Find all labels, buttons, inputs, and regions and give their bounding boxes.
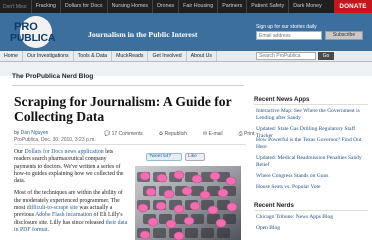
toplink-dark-money[interactable]: Dark Money [288, 0, 326, 13]
article-body: Our Dollars for Docs news application le… [14, 149, 130, 239]
toplink-fracking[interactable]: Fracking [30, 0, 60, 13]
print-label: Print [244, 131, 255, 137]
divider [14, 144, 246, 145]
recent-nerds-heading: Recent Nerds [254, 202, 294, 209]
news-app-item[interactable]: House Seats vs. Popular Vote [256, 184, 368, 191]
main-nav: Home Our Investigations Tools & Data Muc… [0, 51, 372, 62]
paragraph-1: Our Dollars for Docs news application le… [14, 149, 130, 185]
divider [12, 85, 244, 86]
nav-item-get-involved[interactable]: Get Involved [148, 51, 187, 61]
recent-news-apps-heading: Recent News Apps [254, 96, 310, 103]
news-app-item[interactable]: Interactive Map: See Where the Governmen… [256, 108, 368, 122]
news-app-item[interactable]: How Powerful is the Texas Governor? Find… [256, 137, 368, 151]
paragraph-2: Most of the techniques are within the ab… [14, 190, 130, 234]
news-app-item[interactable]: Updated: Medical Readmission Penalties S… [256, 155, 368, 169]
top-strip: Don't Miss: Fracking Dollars for Docs Nu… [0, 0, 372, 13]
news-app-item[interactable]: Where Congress Stands on Guns [256, 173, 368, 180]
text: Our [14, 149, 25, 155]
share-buttons: Tweet 547 Like [146, 153, 205, 161]
byline-prefix: by [14, 130, 20, 136]
nav-item-investigations[interactable]: Our Investigations [23, 51, 74, 61]
nav-item-about-us[interactable]: About Us [187, 51, 217, 61]
nav-item-muckreads[interactable]: MuckReads [112, 51, 149, 61]
nav-item-tools-data[interactable]: Tools & Data [74, 51, 113, 61]
logo-text-publica: PUBLICA [10, 32, 56, 44]
email-link[interactable]: ✉ E-mail [203, 131, 231, 137]
dollars-for-docs-link[interactable]: Dollars for Docs news application [24, 149, 103, 155]
author-link[interactable]: Dan Nguyen [21, 130, 49, 136]
subscribe-button[interactable]: Subscribe [325, 31, 363, 40]
article-photo [135, 166, 241, 240]
donate-button[interactable]: DONATE [334, 0, 372, 13]
email-label: E-mail [208, 131, 223, 137]
comments-link[interactable]: 💬 17 Comments [104, 131, 151, 137]
byline: by Dan Nguyen [14, 130, 48, 136]
dateline: ProPublica, Dec. 30, 2010, 3:23 p.m. [14, 137, 96, 143]
toplink-fair-housing[interactable]: Fair Housing [178, 0, 217, 13]
toplink-drones[interactable]: Drones [152, 0, 178, 13]
keyboard-pills-image [135, 166, 241, 240]
signup-label: Sign up for our stories daily [256, 24, 317, 30]
toplink-nursing-homes[interactable]: Nursing Homes [106, 0, 153, 13]
dont-miss-label: Don't Miss: [3, 3, 28, 10]
like-label: Like [188, 154, 197, 159]
nerd-item[interactable]: Chicago Tribune: News Apps Blog [256, 214, 368, 221]
search-input[interactable] [256, 52, 316, 60]
article-actions: 💬 17 Comments ♻ Republish ✉ E-mail ⎙ Pri… [104, 131, 270, 137]
divider [254, 104, 368, 105]
adobe-flash-link[interactable]: Adobe Flash incarnation [35, 212, 92, 218]
tweet-label: Tweet [149, 154, 162, 159]
toplink-patient-safety[interactable]: Patient Safety [246, 0, 288, 13]
email-field[interactable] [256, 31, 322, 40]
tweet-button[interactable]: Tweet 547 [146, 153, 182, 161]
comments-label: 17 Comments [111, 131, 143, 137]
text: . [47, 226, 49, 233]
toplink-dollars-for-docs[interactable]: Dollars for Docs [59, 0, 107, 13]
search-go-button[interactable]: Go [318, 52, 334, 60]
like-button[interactable]: Like [185, 153, 205, 161]
divider [254, 210, 368, 211]
difficult-site-link[interactable]: difficult-to-scrape site [27, 205, 78, 211]
tweet-count: 547 [163, 154, 172, 159]
blog-title[interactable]: The ProPublica Nerd Blog [12, 73, 93, 80]
site-tagline: Journalism in the Public Interest [88, 30, 198, 39]
toplink-partners[interactable]: Partners [217, 0, 246, 13]
article-headline: Scraping for Journalism: A Guide for Col… [14, 94, 232, 124]
nav-item-home[interactable]: Home [0, 51, 23, 61]
republish-label: Republish [164, 131, 187, 137]
nerd-item[interactable]: Open Blog [256, 225, 368, 232]
republish-link[interactable]: ♻ Republish [159, 131, 195, 137]
propublica-logo[interactable]: PRO PUBLICA [10, 16, 76, 48]
